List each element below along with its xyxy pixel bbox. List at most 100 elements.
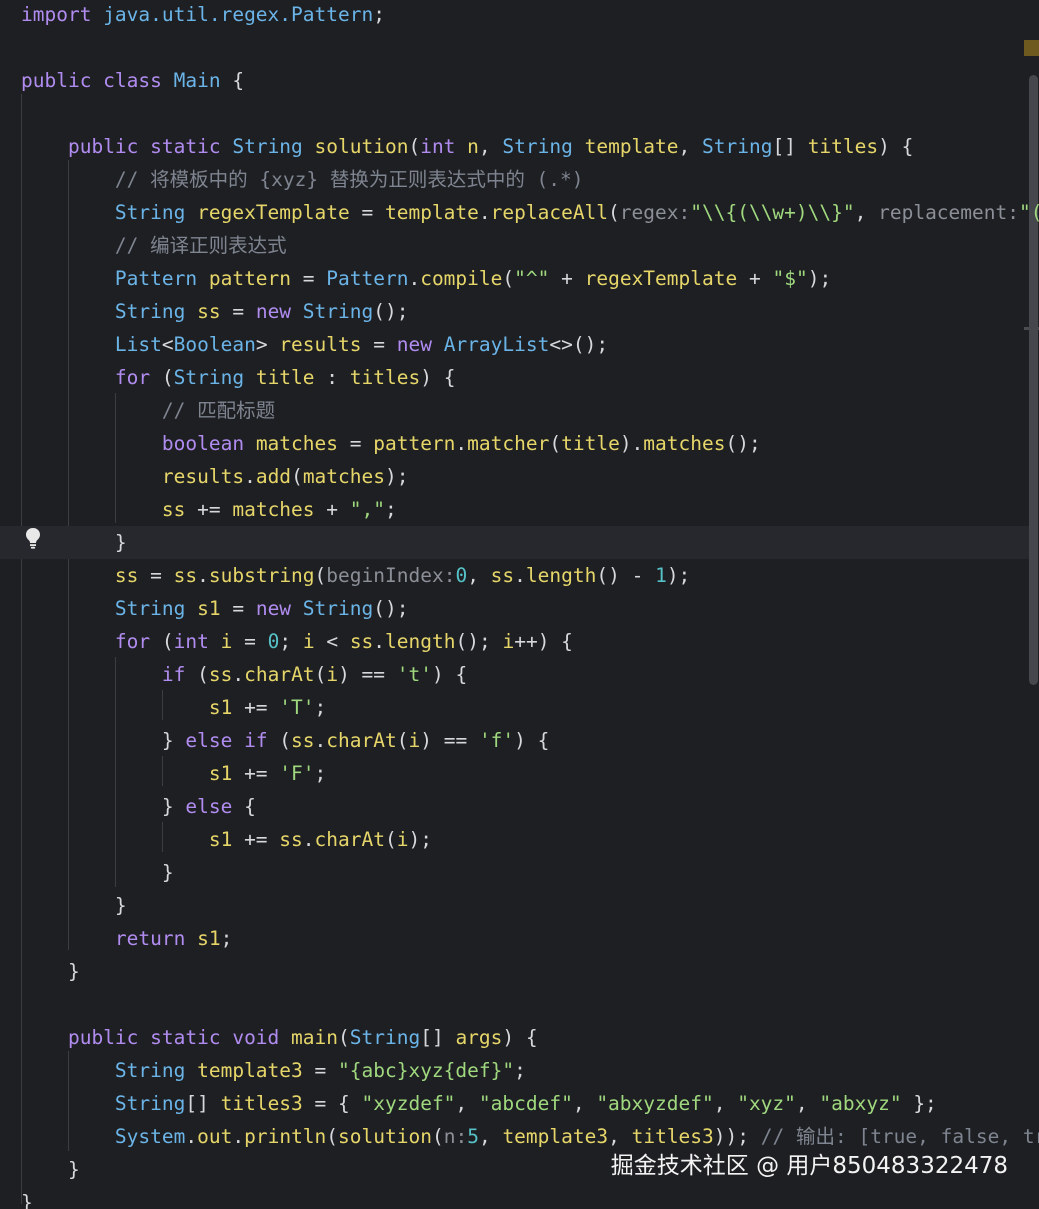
code-token: return xyxy=(114,927,198,950)
code-token: , xyxy=(478,135,503,158)
code-line[interactable]: ss += matches + ","; xyxy=(21,493,1039,526)
code-token: = xyxy=(220,300,256,323)
code-line[interactable]: s1 += ss.charAt(i); xyxy=(21,823,1039,856)
code-editor[interactable]: import java.util.regex.Pattern; public c… xyxy=(0,0,1039,1209)
code-token: charAt xyxy=(326,729,397,752)
code-token: ; xyxy=(314,762,327,785)
watermark-text: 掘金技术社区 @ 用户850483322478 xyxy=(610,1153,1008,1179)
code-token: = xyxy=(302,1059,339,1082)
code-token: (); xyxy=(373,300,409,323)
code-token: ) { xyxy=(420,366,456,389)
code-line[interactable]: if (ss.charAt(i) == 't') { xyxy=(21,658,1039,691)
code-token: , xyxy=(572,1092,597,1115)
code-line[interactable]: // 匹配标题 xyxy=(21,394,1039,427)
code-token: . xyxy=(314,729,327,752)
code-line[interactable]: } xyxy=(21,889,1039,922)
code-line[interactable]: } xyxy=(21,1186,1039,1209)
code-token: // 将模板中的 {xyz} 替换为正则表达式中的 (.*) xyxy=(114,168,584,191)
code-token: ); xyxy=(408,828,432,851)
code-token: ) { xyxy=(878,135,914,158)
code-token: = { xyxy=(302,1092,362,1115)
code-token: regexTemplate xyxy=(197,201,350,224)
code-line[interactable]: String s1 = new String(); xyxy=(21,592,1039,625)
code-token: results xyxy=(279,333,362,356)
code-line[interactable]: List<Boolean> results = new ArrayList<>(… xyxy=(21,328,1039,361)
code-line[interactable]: String[] titles3 = { "xyzdef", "abcdef",… xyxy=(21,1087,1039,1120)
code-token: title xyxy=(561,432,620,455)
code-token: // 编译正则表达式 xyxy=(114,234,287,257)
code-token: () - xyxy=(596,564,656,587)
code-line[interactable]: Pattern pattern = Pattern.compile("^" + … xyxy=(21,262,1039,295)
code-token: ; xyxy=(314,696,327,719)
code-line[interactable]: ss = ss.substring(beginIndex:0, ss.lengt… xyxy=(21,559,1039,592)
code-line[interactable]: for (int i = 0; i < ss.length(); i++) { xyxy=(21,625,1039,658)
code-line[interactable]: s1 += 'F'; xyxy=(21,757,1039,790)
code-token: n xyxy=(467,135,479,158)
code-line[interactable]: // 将模板中的 {xyz} 替换为正则表达式中的 (.*) xyxy=(21,163,1039,196)
warning-marker[interactable] xyxy=(1024,40,1039,56)
code-line[interactable]: for (String title : titles) { xyxy=(21,361,1039,394)
code-token: "abxyz" xyxy=(819,1092,902,1115)
code-token: i xyxy=(220,630,233,653)
code-token: beginIndex: xyxy=(326,564,456,587)
code-line[interactable]: String template3 = "{abc}xyz{def}"; xyxy=(21,1054,1039,1087)
code-line[interactable]: } else { xyxy=(21,790,1039,823)
code-line[interactable] xyxy=(21,988,1039,1021)
code-line[interactable]: String regexTemplate = template.replaceA… xyxy=(21,196,1039,229)
code-token: matches xyxy=(302,465,385,488)
code-token: 'f' xyxy=(478,729,515,752)
code-token: , xyxy=(478,1125,503,1148)
code-token: String xyxy=(173,366,256,389)
code-line[interactable]: return s1; xyxy=(21,922,1039,955)
code-token: ( xyxy=(431,1125,444,1148)
code-line[interactable]: } xyxy=(21,955,1039,988)
code-line[interactable]: public static String solution(int n, Str… xyxy=(21,130,1039,163)
code-token: String xyxy=(349,1026,421,1049)
code-line[interactable]: boolean matches = pattern.matcher(title)… xyxy=(21,427,1039,460)
code-line[interactable]: public static void main(String[] args) { xyxy=(21,1021,1039,1054)
code-token: ) { xyxy=(514,729,550,752)
code-token: solution xyxy=(338,1125,432,1148)
code-area[interactable]: import java.util.regex.Pattern; public c… xyxy=(0,0,1039,1209)
code-token: + xyxy=(549,267,585,290)
code-line[interactable]: // 编译正则表达式 xyxy=(21,229,1039,262)
code-token: ; xyxy=(220,927,233,950)
code-line[interactable]: public class Main { xyxy=(21,64,1039,97)
code-token: (); xyxy=(725,432,761,455)
code-token: matches xyxy=(643,432,726,455)
code-line[interactable]: } else if (ss.charAt(i) == 'f') { xyxy=(21,724,1039,757)
code-line[interactable]: results.add(matches); xyxy=(21,460,1039,493)
vertical-scrollbar[interactable] xyxy=(1029,75,1038,685)
code-line[interactable]: s1 += 'T'; xyxy=(21,691,1039,724)
code-token: "," xyxy=(349,498,385,521)
code-token: Main xyxy=(173,69,221,92)
code-line[interactable] xyxy=(21,31,1039,64)
code-token: pattern xyxy=(208,267,292,290)
code-token: i xyxy=(326,663,339,686)
code-token: int xyxy=(420,135,468,158)
code-token: ss xyxy=(173,564,198,587)
code-token: regex: xyxy=(619,201,691,224)
code-token: args xyxy=(455,1026,503,1049)
code-line[interactable]: String ss = new String(); xyxy=(21,295,1039,328)
code-token: ). xyxy=(619,432,644,455)
code-token: [] xyxy=(185,1092,221,1115)
code-line[interactable]: import java.util.regex.Pattern; xyxy=(21,0,1039,31)
code-token: . xyxy=(408,267,421,290)
code-line[interactable]: } xyxy=(0,526,1039,559)
code-token: s1 xyxy=(208,762,233,785)
code-token: public static void xyxy=(67,1026,292,1049)
code-token: } xyxy=(21,960,80,983)
code-line[interactable]: } xyxy=(21,856,1039,889)
code-token: ) == xyxy=(420,729,479,752)
code-line[interactable] xyxy=(21,97,1039,130)
code-token: i xyxy=(408,729,421,752)
code-token: add xyxy=(255,465,292,488)
code-token: ArrayList xyxy=(443,333,550,356)
